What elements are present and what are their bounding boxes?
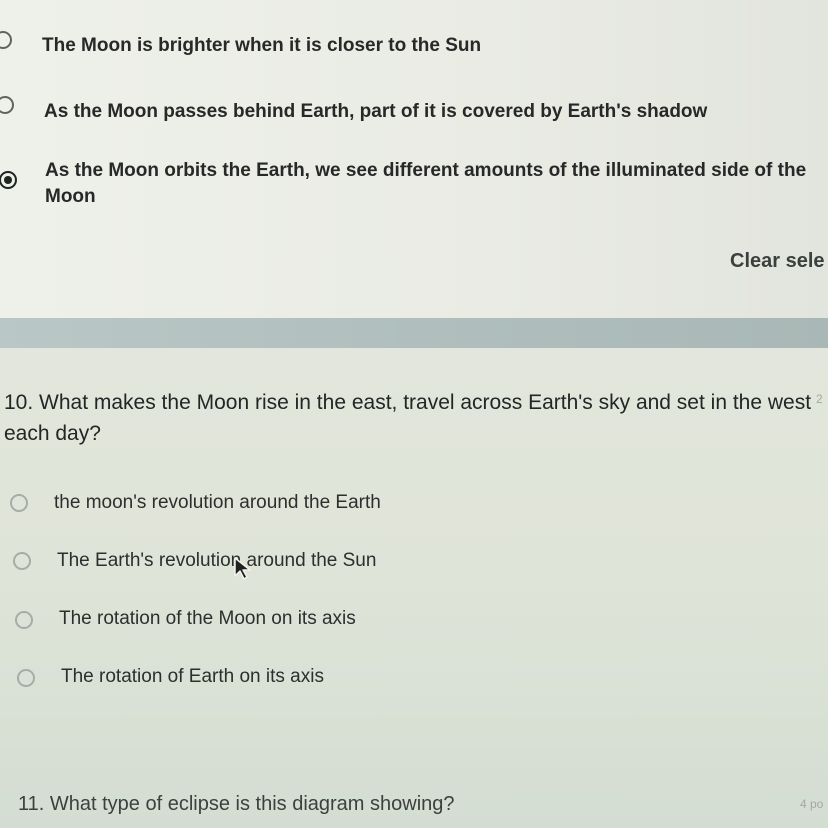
q10-option-2-label[interactable]: The Earth's revolution around the Sun: [57, 550, 376, 572]
prev-option-3-radio-selected[interactable]: [0, 171, 17, 189]
question-11-points: 4 po: [800, 797, 824, 811]
q10-option-3-radio[interactable]: [15, 611, 33, 629]
q10-option-4-label[interactable]: The rotation of Earth on its axis: [61, 666, 324, 688]
question-10-title: 10. What makes the Moon rise in the east…: [4, 391, 812, 445]
clear-selection-button[interactable]: Clear sele: [730, 250, 825, 273]
question-11-title: 11. What type of eclipse is this diagram…: [18, 793, 455, 815]
previous-question-card: The Moon is brighter when it is closer t…: [0, 0, 828, 318]
q10-option-3-label[interactable]: The rotation of the Moon on its axis: [59, 608, 356, 630]
mouse-pointer-arrow-icon: [234, 557, 251, 580]
prev-option-3-label[interactable]: As the Moon orbits the Earth, we see dif…: [45, 158, 828, 210]
section-divider: [0, 318, 828, 348]
question-10-points: 2: [816, 392, 823, 406]
q10-option-2-radio[interactable]: [13, 552, 31, 570]
q10-option-4-radio[interactable]: [17, 669, 35, 687]
q10-option-1-radio[interactable]: [10, 494, 28, 512]
prev-option-1-radio[interactable]: [0, 31, 12, 49]
prev-option-2-label[interactable]: As the Moon passes behind Earth, part of…: [44, 101, 707, 123]
prev-option-2-radio[interactable]: [0, 96, 14, 114]
prev-option-1-label[interactable]: The Moon is brighter when it is closer t…: [42, 35, 481, 57]
q10-option-1-label[interactable]: the moon's revolution around the Earth: [54, 492, 381, 514]
